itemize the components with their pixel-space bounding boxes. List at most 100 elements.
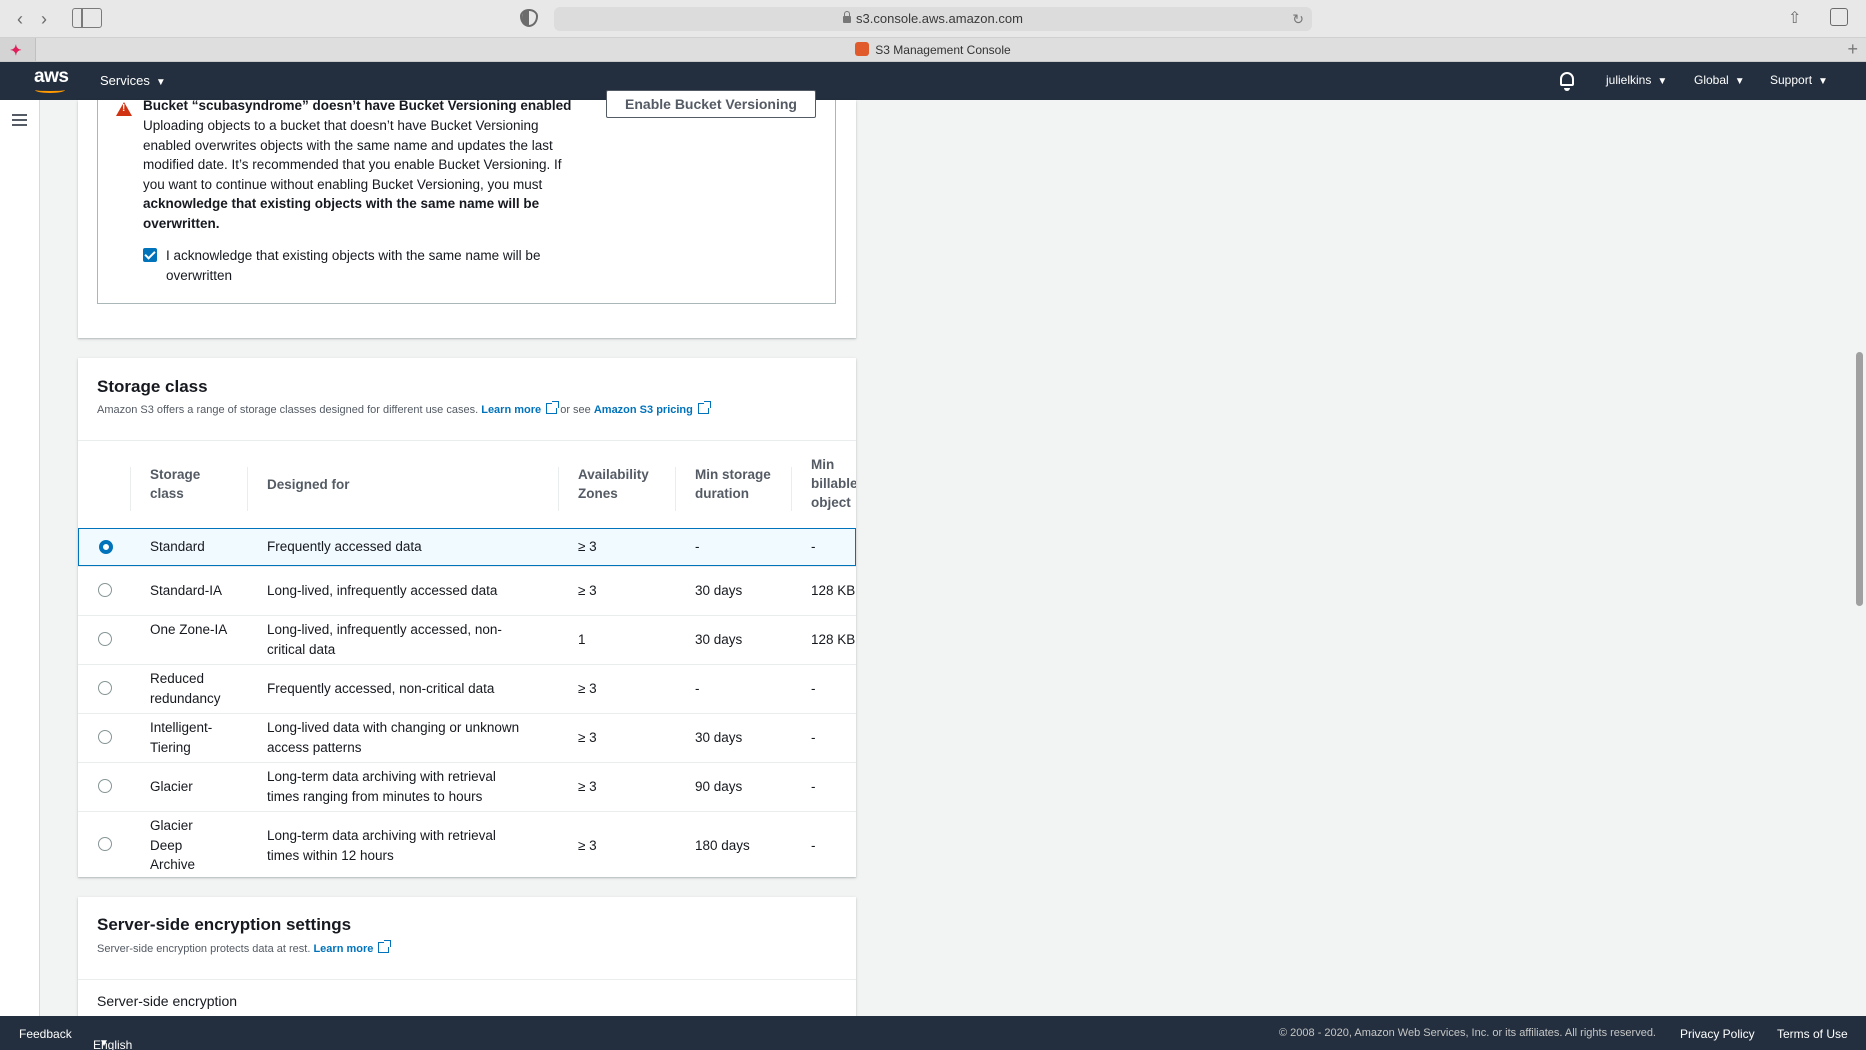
privacy-policy-link[interactable]: Privacy Policy bbox=[1680, 1027, 1755, 1041]
copyright-text: © 2008 - 2020, Amazon Web Services, Inc.… bbox=[1279, 1027, 1656, 1039]
s3-pricing-link[interactable]: Amazon S3 pricing bbox=[594, 401, 711, 416]
side-navigation-strip bbox=[0, 100, 40, 1016]
column-divider bbox=[791, 467, 792, 511]
lock-icon bbox=[843, 11, 852, 24]
support-menu[interactable]: Support ▼ bbox=[1770, 73, 1828, 87]
share-icon[interactable]: ⇧ bbox=[1788, 8, 1804, 28]
warning-body-plain: Uploading objects to a bucket that doesn… bbox=[143, 118, 562, 192]
terms-of-use-link[interactable]: Terms of Use bbox=[1777, 1027, 1848, 1041]
acknowledge-label[interactable]: I acknowledge that existing objects with… bbox=[166, 246, 586, 285]
external-link-icon bbox=[378, 940, 392, 953]
storage-class-description: Amazon S3 offers a range of storage clas… bbox=[97, 401, 711, 416]
cell-designed-for: Frequently accessed, non-critical data bbox=[267, 681, 495, 696]
cell-min-billable-object: 128 KB bbox=[811, 632, 856, 647]
column-header-min-storage-duration: Min storage duration bbox=[695, 467, 771, 501]
cell-min-billable-object: - bbox=[811, 539, 816, 554]
storage-class-desc-text: Amazon S3 offers a range of storage clas… bbox=[97, 404, 479, 416]
external-link-icon bbox=[546, 401, 560, 414]
storage-class-radio[interactable] bbox=[98, 583, 112, 597]
storage-class-radio[interactable] bbox=[99, 540, 113, 554]
new-tab-icon[interactable]: + bbox=[1847, 39, 1858, 60]
encryption-learn-more-link[interactable]: Learn more bbox=[313, 940, 392, 955]
learn-more-label: Learn more bbox=[481, 404, 542, 416]
learn-more-label: Learn more bbox=[313, 943, 374, 955]
caret-down-icon: ▼ bbox=[1657, 76, 1668, 87]
learn-more-link[interactable]: Learn more bbox=[481, 401, 560, 416]
cell-min-storage-duration: 30 days bbox=[695, 632, 743, 647]
support-label: Support bbox=[1770, 73, 1813, 87]
storage-class-radio[interactable] bbox=[98, 681, 112, 695]
services-menu[interactable]: Services ▼ bbox=[100, 73, 166, 88]
hamburger-menu-icon[interactable] bbox=[12, 114, 27, 126]
page-scrollbar[interactable] bbox=[1856, 352, 1863, 606]
external-link-icon bbox=[697, 401, 711, 414]
back-icon[interactable]: ‹ bbox=[8, 9, 32, 29]
browser-sidebar-icon[interactable] bbox=[72, 8, 102, 28]
cell-storage-class: Reduced redundancy bbox=[150, 671, 221, 706]
address-bar[interactable]: s3.console.aws.amazon.com ↻ bbox=[554, 7, 1312, 31]
cell-min-storage-duration: - bbox=[695, 681, 700, 696]
cell-availability-zones: ≥ 3 bbox=[578, 539, 597, 554]
storage-class-row-standard[interactable]: Standard Frequently accessed data ≥ 3 - … bbox=[78, 528, 856, 566]
privacy-shield-icon[interactable] bbox=[520, 9, 538, 27]
storage-class-row-standard-ia[interactable]: Standard-IA Long-lived, infrequently acc… bbox=[78, 566, 856, 615]
cell-storage-class: Standard-IA bbox=[150, 583, 223, 598]
console-footer: Feedback English (US)▼ © 2008 - 2020, Am… bbox=[0, 1016, 1866, 1050]
cell-designed-for: Long-lived, infrequently accessed, non-c… bbox=[267, 622, 502, 657]
region-label: Global bbox=[1694, 73, 1729, 87]
cell-storage-class: Intelligent-Tiering bbox=[150, 720, 213, 755]
enable-bucket-versioning-button[interactable]: Enable Bucket Versioning bbox=[606, 90, 816, 118]
reload-icon[interactable]: ↻ bbox=[1292, 7, 1304, 31]
cell-availability-zones: ≥ 3 bbox=[578, 730, 597, 745]
storage-class-radio[interactable] bbox=[98, 632, 112, 646]
cell-storage-class: Glacier Deep Archive bbox=[150, 818, 196, 872]
feedback-link[interactable]: Feedback bbox=[19, 1027, 72, 1041]
cell-min-billable-object: - bbox=[811, 779, 816, 794]
s3-favicon-icon bbox=[855, 42, 870, 56]
storage-class-radio[interactable] bbox=[98, 779, 112, 793]
forward-icon[interactable]: › bbox=[32, 9, 56, 29]
cell-designed-for: Frequently accessed data bbox=[267, 539, 422, 554]
cell-availability-zones: ≥ 3 bbox=[578, 838, 597, 853]
aws-logo[interactable]: aws bbox=[34, 66, 69, 88]
storage-class-row-glacier-deep-archive[interactable]: Glacier Deep Archive Long-term data arch… bbox=[78, 811, 856, 877]
cell-min-billable-object: - bbox=[811, 730, 816, 745]
storage-class-title: Storage class bbox=[97, 377, 208, 396]
caret-down-icon: ▼ bbox=[99, 1038, 109, 1049]
cell-availability-zones: ≥ 3 bbox=[578, 583, 597, 598]
storage-class-row-glacier[interactable]: Glacier Long-term data archiving with re… bbox=[78, 762, 856, 811]
server-side-encryption-label: Server-side encryption bbox=[97, 993, 238, 1009]
storage-class-row-one-zone-ia[interactable]: One Zone-IA Long-lived, infrequently acc… bbox=[78, 615, 856, 664]
column-header-min-billable-object: Min billable object bbox=[811, 457, 856, 510]
tab-overview-icon[interactable] bbox=[1830, 8, 1848, 26]
cell-availability-zones: ≥ 3 bbox=[578, 779, 597, 794]
cell-min-billable-object: 128 KB bbox=[811, 583, 856, 598]
versioning-warning-alert: Bucket “scubasyndrome” doesn’t have Buck… bbox=[97, 90, 836, 304]
warning-body: Uploading objects to a bucket that doesn… bbox=[143, 116, 583, 233]
account-label: julielkins bbox=[1606, 73, 1652, 87]
warning-triangle-icon bbox=[116, 102, 132, 116]
storage-class-radio[interactable] bbox=[98, 730, 112, 744]
storage-class-radio[interactable] bbox=[98, 837, 112, 851]
warning-body-bold: acknowledge that existing objects with t… bbox=[143, 196, 540, 231]
url-text: s3.console.aws.amazon.com bbox=[856, 11, 1023, 26]
notifications-bell-icon[interactable] bbox=[1560, 72, 1574, 91]
storage-class-row-reduced-redundancy[interactable]: Reduced redundancy Frequently accessed, … bbox=[78, 664, 856, 713]
active-tab[interactable]: S3 Management Console bbox=[0, 42, 1866, 57]
services-label: Services bbox=[100, 73, 150, 88]
storage-class-table-header: Storage class Designed for Availability … bbox=[78, 440, 856, 528]
storage-class-row-intelligent-tiering[interactable]: Intelligent-Tiering Long-lived data with… bbox=[78, 713, 856, 762]
account-menu[interactable]: julielkins ▼ bbox=[1606, 73, 1667, 87]
cell-designed-for: Long-term data archiving with retrieval … bbox=[267, 828, 496, 863]
cell-min-billable-object: - bbox=[811, 838, 816, 853]
cell-min-storage-duration: - bbox=[695, 539, 700, 554]
cell-min-billable-object: - bbox=[811, 681, 816, 696]
cell-availability-zones: ≥ 3 bbox=[578, 681, 597, 696]
tab-title-text: S3 Management Console bbox=[875, 43, 1011, 57]
cell-availability-zones: 1 bbox=[578, 632, 586, 647]
or-see-text: or see bbox=[560, 404, 591, 416]
encryption-description: Server-side encryption protects data at … bbox=[97, 940, 392, 955]
acknowledge-checkbox[interactable] bbox=[143, 248, 157, 262]
region-menu[interactable]: Global ▼ bbox=[1694, 73, 1745, 87]
cell-min-storage-duration: 30 days bbox=[695, 583, 743, 598]
